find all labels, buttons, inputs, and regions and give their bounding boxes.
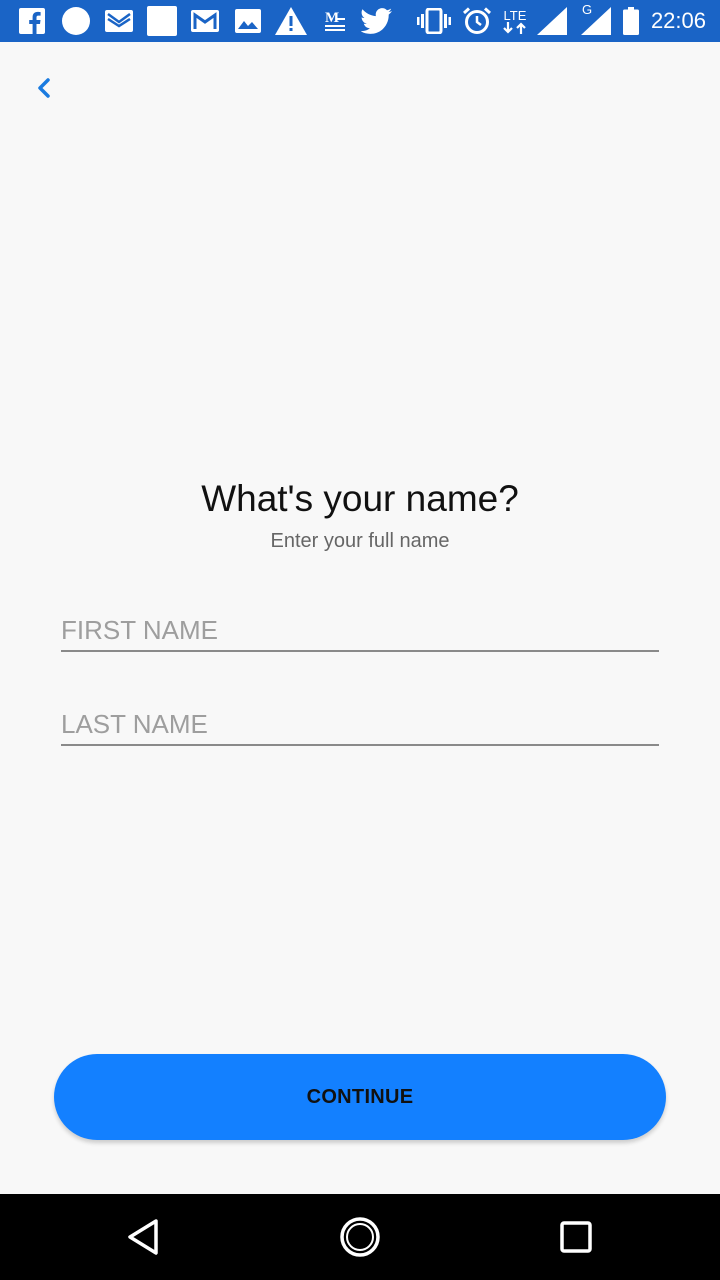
nav-home-button[interactable] [335, 1212, 385, 1262]
continue-button[interactable]: CONTINUE [54, 1054, 666, 1140]
back-button[interactable] [24, 68, 64, 108]
page-title: What's your name? [201, 478, 519, 519]
first-name-input[interactable] [61, 602, 659, 650]
image-icon [234, 6, 262, 36]
battery-icon [622, 6, 640, 36]
last-name-input[interactable] [61, 696, 659, 744]
status-bar: M LTE G 22:06 [0, 0, 720, 42]
alarm-icon [462, 6, 492, 36]
lte-icon: LTE [500, 6, 530, 36]
news-icon: M [322, 6, 348, 36]
gmail-icon [190, 6, 220, 36]
nav-recents-button[interactable] [551, 1212, 601, 1262]
status-time: 22:06 [650, 8, 706, 33]
signal-g-icon: G [578, 2, 612, 36]
circle-icon [60, 6, 92, 36]
network-label: LTE [503, 7, 527, 23]
recents-square-icon [560, 1221, 592, 1253]
home-circle-icon [340, 1217, 380, 1257]
warning-icon [274, 6, 308, 36]
twitter-icon [360, 6, 394, 36]
blank-icon [146, 6, 178, 36]
network-label-g: G [582, 2, 593, 17]
back-triangle-icon [128, 1219, 158, 1255]
last-name-field [61, 696, 659, 746]
chevron-left-icon [38, 78, 50, 98]
vibrate-icon [416, 6, 452, 36]
mail-icon [104, 6, 134, 36]
navigation-bar [0, 1194, 720, 1280]
nav-back-button[interactable] [119, 1212, 169, 1262]
facebook-icon [18, 6, 46, 36]
signal-icon [536, 6, 568, 36]
page-subtitle: Enter your full name [270, 530, 450, 552]
first-name-field [61, 602, 659, 652]
